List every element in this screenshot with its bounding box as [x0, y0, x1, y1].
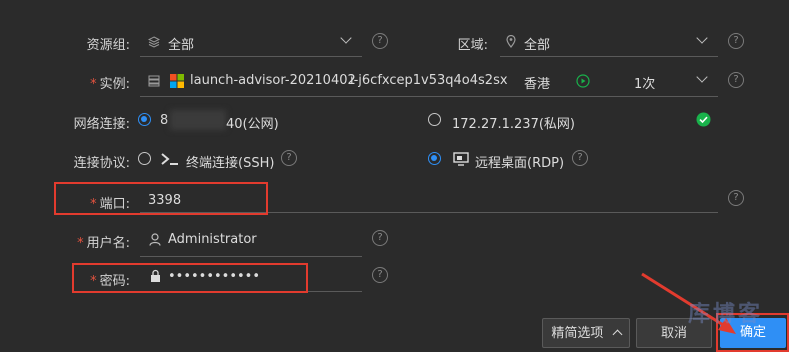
redaction-blur: [170, 110, 226, 130]
advanced-options-label: 精简选项: [551, 326, 604, 341]
resource-group-value: 全部: [168, 38, 195, 53]
instance-id: i-j6cfxcep1v53q4o4s2sx: [350, 73, 508, 88]
remote-desktop-icon: [453, 152, 469, 166]
chevron-down-icon: [340, 32, 352, 44]
chevron-down-icon: [696, 71, 708, 83]
watermark-text: 库博客: [688, 302, 764, 327]
help-icon[interactable]: ?: [281, 150, 297, 166]
resource-group-select[interactable]: 全部: [140, 28, 362, 56]
protocol-label: 连接协议:: [73, 156, 130, 171]
windows-icon: [170, 74, 184, 88]
private-ip-label: 172.27.1.237(私网): [452, 117, 575, 132]
network-label: 网络连接:: [73, 117, 130, 132]
advanced-options-button[interactable]: 精简选项: [542, 318, 630, 348]
annotation-box-password: [72, 263, 308, 293]
help-icon[interactable]: ?: [572, 150, 588, 166]
running-status-icon: [576, 74, 590, 88]
public-ip-radio[interactable]: [138, 113, 151, 126]
check-circle-icon: [696, 112, 711, 127]
user-icon: [149, 233, 161, 246]
chevron-down-icon: [696, 32, 708, 44]
help-icon[interactable]: ?: [372, 33, 388, 49]
public-ip-prefix: 8: [160, 113, 169, 128]
instance-name: launch-advisor-20210402: [190, 73, 356, 88]
help-icon[interactable]: ?: [728, 190, 744, 206]
instance-label: * 实例:: [90, 77, 130, 92]
help-icon[interactable]: ?: [728, 33, 744, 49]
divider: [140, 96, 718, 97]
chevron-up-icon: [612, 329, 623, 340]
server-icon: [148, 75, 160, 87]
instance-count: 1次: [634, 77, 656, 92]
private-ip-radio[interactable]: [428, 113, 441, 126]
region-label: 区域:: [457, 38, 488, 53]
rdp-radio[interactable]: [428, 152, 441, 165]
help-icon[interactable]: ?: [372, 267, 388, 283]
username-input[interactable]: Administrator: [168, 232, 257, 247]
divider: [140, 256, 362, 257]
annotation-box-port: [54, 182, 268, 215]
region-select[interactable]: 全部: [500, 28, 718, 56]
layers-icon: [148, 36, 160, 48]
help-icon[interactable]: ?: [372, 230, 388, 246]
resource-group-label: 资源组:: [86, 38, 130, 53]
public-ip-label: 40(公网): [226, 117, 279, 132]
divider: [500, 56, 718, 57]
region-value: 全部: [524, 38, 551, 53]
location-pin-icon: [506, 35, 516, 48]
instance-select[interactable]: launch-advisor-20210402 i-j6cfxcep1v53q4…: [140, 66, 718, 96]
divider: [140, 56, 362, 57]
ssh-label: 终端连接(SSH): [186, 156, 275, 171]
terminal-icon: [161, 153, 178, 165]
username-label: * 用户名:: [77, 236, 130, 251]
ssh-radio[interactable]: [138, 152, 151, 165]
instance-location: 香港: [524, 77, 551, 92]
rdp-label: 远程桌面(RDP): [475, 156, 565, 171]
help-icon[interactable]: ?: [728, 72, 744, 88]
